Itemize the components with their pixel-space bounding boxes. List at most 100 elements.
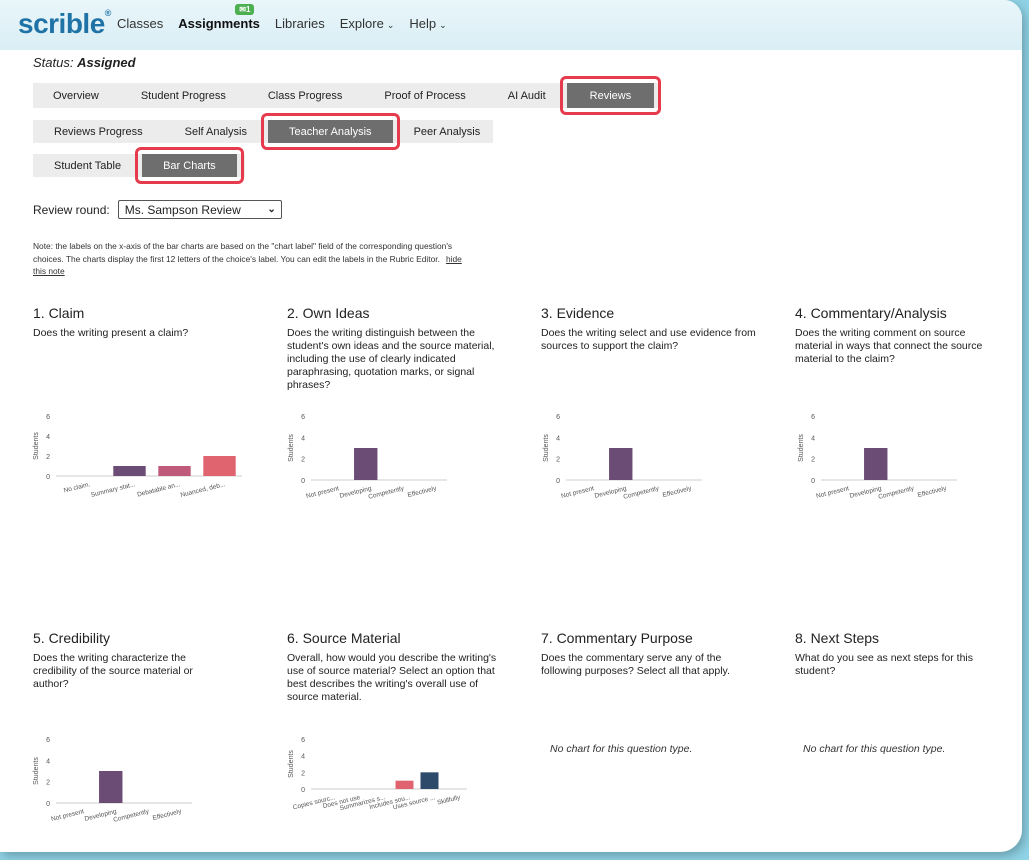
y-tick-label: 6 bbox=[301, 414, 305, 421]
no-chart-message: No chart for this question type. bbox=[803, 743, 946, 755]
tab-class-progress[interactable]: Class Progress bbox=[247, 83, 364, 108]
question-card: 7. Commentary Purpose Does the commentar… bbox=[541, 630, 756, 678]
x-tick-label: Competently bbox=[878, 485, 916, 501]
question-description: Does the writing present a claim? bbox=[33, 327, 189, 339]
tab-reviews[interactable]: Reviews bbox=[559, 76, 661, 115]
no-chart-message: No chart for this question type. bbox=[550, 743, 693, 755]
question-description: Does the commentary serve any of the fol… bbox=[541, 652, 730, 677]
tab-self-analysis[interactable]: Self Analysis bbox=[164, 120, 268, 143]
y-tick-label: 2 bbox=[301, 457, 305, 464]
chevron-down-icon: ⌄ bbox=[386, 20, 395, 30]
y-tick-label: 0 bbox=[811, 478, 815, 485]
question-card: 5. Credibility Does the writing characte… bbox=[33, 630, 223, 691]
nav-libraries[interactable]: Libraries bbox=[275, 16, 325, 31]
analysis-view-tabbar: Student Table Bar Charts bbox=[33, 147, 245, 184]
reviews-subtabbar: Reviews Progress Self Analysis Teacher A… bbox=[33, 113, 493, 150]
tab-teacher-analysis[interactable]: Teacher Analysis bbox=[261, 113, 400, 150]
nav-classes[interactable]: Classes bbox=[117, 16, 163, 31]
y-axis-label: Students bbox=[33, 757, 40, 785]
review-round-select[interactable]: Ms. Sampson Review ⌄ bbox=[117, 200, 282, 219]
bar-chart-claim: 0 2 4 6 Students No claim. Summary stat... Deba… bbox=[33, 414, 242, 499]
y-tick-label: 4 bbox=[46, 758, 50, 765]
question-title: 3. Evidence bbox=[541, 305, 615, 321]
y-tick-label: 0 bbox=[46, 801, 50, 808]
x-tick-label: Effectively bbox=[152, 808, 183, 822]
question-title: 1. Claim bbox=[33, 305, 85, 321]
x-tick-label: Not present bbox=[305, 485, 339, 500]
tab-bar-charts[interactable]: Bar Charts bbox=[135, 147, 244, 184]
y-tick-label: 4 bbox=[46, 434, 50, 441]
question-title: 5. Credibility bbox=[33, 630, 111, 646]
y-axis-label: Students bbox=[33, 432, 40, 460]
x-tick-label: No claim. bbox=[63, 481, 91, 494]
bar bbox=[113, 466, 146, 476]
y-tick-label: 2 bbox=[556, 457, 560, 464]
bar bbox=[354, 448, 378, 480]
tab-peer-analysis[interactable]: Peer Analysis bbox=[393, 120, 502, 143]
y-tick-label: 2 bbox=[46, 780, 50, 787]
y-tick-label: 6 bbox=[811, 414, 815, 421]
y-tick-label: 2 bbox=[811, 457, 815, 464]
y-axis-label: Students bbox=[543, 434, 550, 462]
bar bbox=[203, 456, 236, 476]
bar-chart-own-ideas: 0246StudentsNot present DevelopingCompete… bbox=[288, 414, 447, 501]
question-description: Overall, how would you describe the writ… bbox=[287, 652, 497, 703]
chevron-down-icon: ⌄ bbox=[439, 20, 447, 30]
review-round-label: Review round: bbox=[33, 202, 110, 217]
x-tick-label: Effectively bbox=[407, 485, 438, 499]
tab-proof-of-process[interactable]: Proof of Process bbox=[363, 83, 486, 108]
nav-help[interactable]: Help ⌄ bbox=[409, 16, 446, 31]
question-description: Does the writing characterize the credib… bbox=[33, 652, 193, 690]
chevron-down-icon: ⌄ bbox=[267, 204, 276, 215]
y-tick-label: 6 bbox=[46, 414, 50, 421]
bar-chart-commentary-analysis: 0246StudentsNot present DevelopingCompete… bbox=[798, 414, 957, 501]
y-tick-label: 0 bbox=[46, 474, 50, 481]
tab-reviews-progress[interactable]: Reviews Progress bbox=[33, 120, 164, 143]
y-tick-label: 6 bbox=[301, 737, 305, 744]
x-tick-label: Competently bbox=[368, 485, 406, 501]
y-tick-label: 6 bbox=[46, 737, 50, 744]
y-tick-label: 4 bbox=[301, 435, 305, 442]
bar bbox=[99, 771, 123, 803]
question-card: 3. Evidence Does the writing select and … bbox=[541, 305, 756, 353]
question-card: 2. Own Ideas Does the writing distinguis… bbox=[287, 305, 502, 392]
x-tick-label: Effectively bbox=[662, 485, 693, 499]
scrible-logo[interactable]: scrible® bbox=[18, 8, 111, 40]
question-card: 8. Next Steps What do you see as next st… bbox=[795, 630, 995, 678]
nav-explore[interactable]: Explore ⌄ bbox=[340, 16, 395, 31]
x-tick-label: Not present bbox=[50, 808, 84, 823]
tab-student-progress[interactable]: Student Progress bbox=[120, 83, 247, 108]
message-badge: ✉1 bbox=[235, 4, 255, 15]
y-axis-label: Students bbox=[798, 434, 805, 462]
y-tick-label: 4 bbox=[556, 435, 560, 442]
chart-label-note: Note: the labels on the x-axis of the ba… bbox=[33, 241, 462, 276]
y-tick-label: 2 bbox=[46, 454, 50, 461]
x-tick-label: Summary stat... bbox=[90, 481, 136, 499]
question-description: Does the writing comment on source mater… bbox=[795, 327, 983, 365]
nav-assignments[interactable]: ✉1 Assignments bbox=[178, 4, 260, 31]
bar bbox=[395, 780, 414, 789]
y-tick-label: 6 bbox=[556, 414, 560, 421]
bar bbox=[420, 772, 439, 789]
bar-chart-evidence: 0246StudentsNot present DevelopingCompete… bbox=[543, 414, 702, 501]
main-tabbar: Overview Student Progress Class Progress… bbox=[33, 76, 661, 115]
y-tick-label: 0 bbox=[556, 478, 560, 485]
tab-ai-audit[interactable]: AI Audit bbox=[487, 83, 567, 108]
bar-chart-source-material: 0246StudentsCopies sourc...Does not useS… bbox=[288, 737, 467, 812]
tab-overview[interactable]: Overview bbox=[33, 83, 120, 108]
x-tick-label: Nuanced, deb... bbox=[180, 481, 226, 499]
review-round-control: Review round: Ms. Sampson Review ⌄ bbox=[33, 200, 282, 219]
assignment-status: Status: Assigned bbox=[33, 55, 136, 70]
x-tick-label: Competently bbox=[623, 485, 661, 501]
question-title: 7. Commentary Purpose bbox=[541, 630, 693, 646]
question-title: 8. Next Steps bbox=[795, 630, 880, 646]
question-card: 6. Source Material Overall, how would yo… bbox=[287, 630, 505, 704]
y-tick-label: 0 bbox=[301, 787, 305, 794]
y-axis-label: Students bbox=[288, 750, 295, 778]
tab-student-table[interactable]: Student Table bbox=[33, 154, 142, 177]
y-tick-label: 2 bbox=[301, 770, 305, 777]
x-tick-label: Skillfully bbox=[437, 794, 462, 807]
app-window: scrible® Classes ✉1 Assignments Librarie… bbox=[0, 0, 1022, 852]
question-description: What do you see as next steps for this s… bbox=[795, 652, 974, 677]
bar bbox=[158, 466, 191, 476]
